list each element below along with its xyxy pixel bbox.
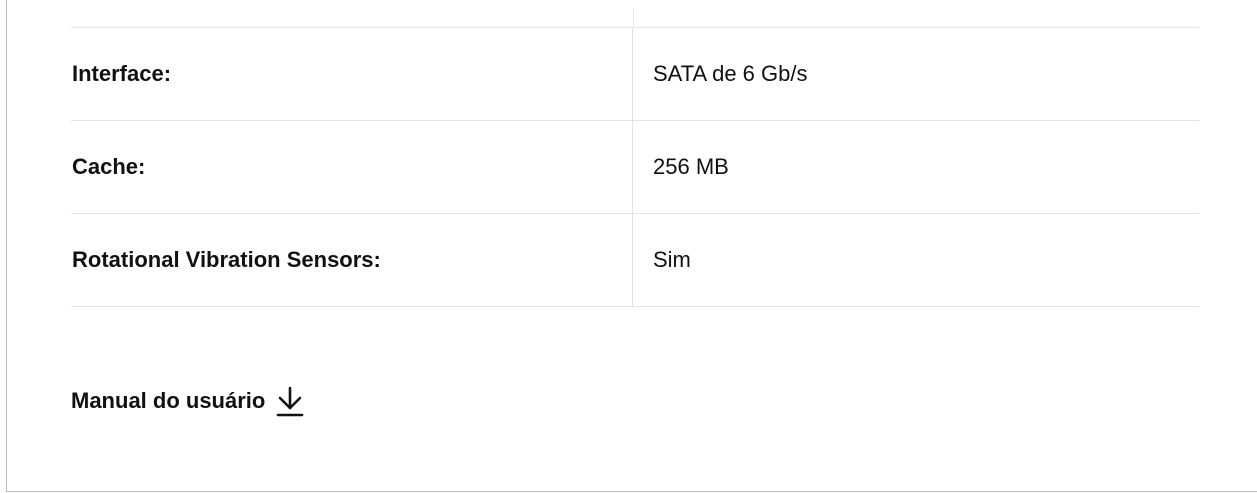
table-row: Rotational Vibration Sensors: Sim [71,214,1199,307]
column-divider [633,8,634,27]
spec-value-cache: 256 MB [653,154,729,179]
spec-label-interface: Interface: [71,28,633,120]
spec-value-rotational-vibration-sensors: Sim [653,247,691,272]
spec-value-interface: SATA de 6 Gb/s [653,61,808,86]
spec-label-cache: Cache: [71,121,633,213]
user-manual-label: Manual do usuário [71,388,266,413]
specs-table: Interface: SATA de 6 Gb/s Cache: 256 MB … [71,0,1199,307]
table-top-stub [71,0,1199,28]
download-icon[interactable] [275,384,305,418]
table-row: Interface: SATA de 6 Gb/s [71,28,1199,121]
spec-label-rotational-vibration-sensors: Rotational Vibration Sensors: [71,214,633,306]
table-row: Cache: 256 MB [71,121,1199,214]
user-manual-download-link[interactable]: Manual do usuário [71,384,305,418]
specs-panel: Interface: SATA de 6 Gb/s Cache: 256 MB … [6,0,1257,492]
